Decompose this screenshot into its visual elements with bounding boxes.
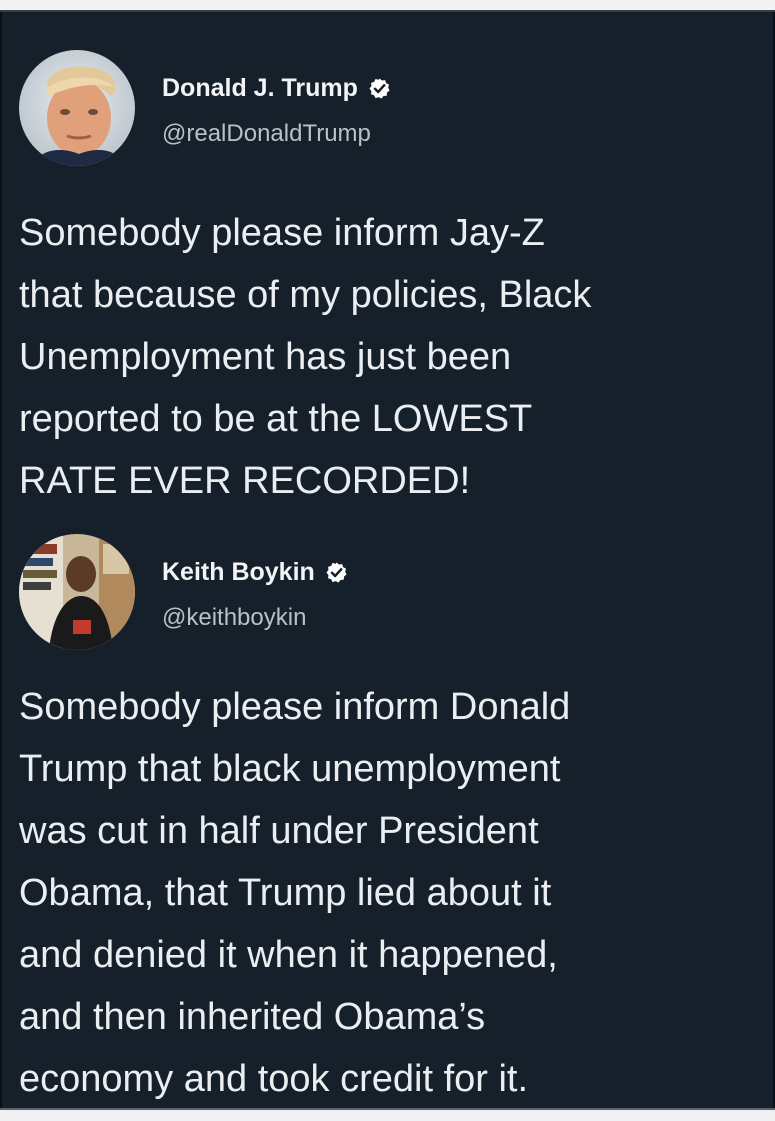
author-handle[interactable]: @realDonaldTrump — [162, 120, 371, 148]
verified-badge-icon — [326, 562, 347, 583]
profile-photo-icon — [19, 50, 135, 166]
bottom-edge-bar — [0, 1108, 775, 1121]
tweet-body-text: Somebody please inform Donald Trump that… — [19, 686, 571, 1100]
author-display-name[interactable]: Keith Boykin — [162, 558, 315, 587]
verified-badge-icon — [369, 78, 390, 99]
avatar[interactable] — [19, 50, 135, 166]
tweet-body-text: Somebody please inform Jay-Z that becaus… — [19, 212, 592, 502]
tweet-realdonaldtrump[interactable]: Donald J. Trump @realDonaldTrump Somebod… — [2, 36, 775, 502]
author-name-row: Keith Boykin — [162, 558, 348, 587]
tweet-keithboykin[interactable]: Keith Boykin @keithboykin Somebody pleas… — [2, 520, 775, 1100]
author-handle[interactable]: @keithboykin — [162, 604, 306, 632]
tweet-header: Keith Boykin @keithboykin — [2, 520, 775, 660]
author-name-row: Donald J. Trump — [162, 74, 391, 103]
tweet-header: Donald J. Trump @realDonaldTrump — [2, 36, 775, 176]
top-edge-bar — [0, 0, 775, 12]
tweet-thread-screen: Donald J. Trump @realDonaldTrump Somebod… — [0, 12, 775, 1108]
author-display-name[interactable]: Donald J. Trump — [162, 74, 358, 103]
profile-photo-icon — [19, 534, 135, 650]
avatar[interactable] — [19, 534, 135, 650]
